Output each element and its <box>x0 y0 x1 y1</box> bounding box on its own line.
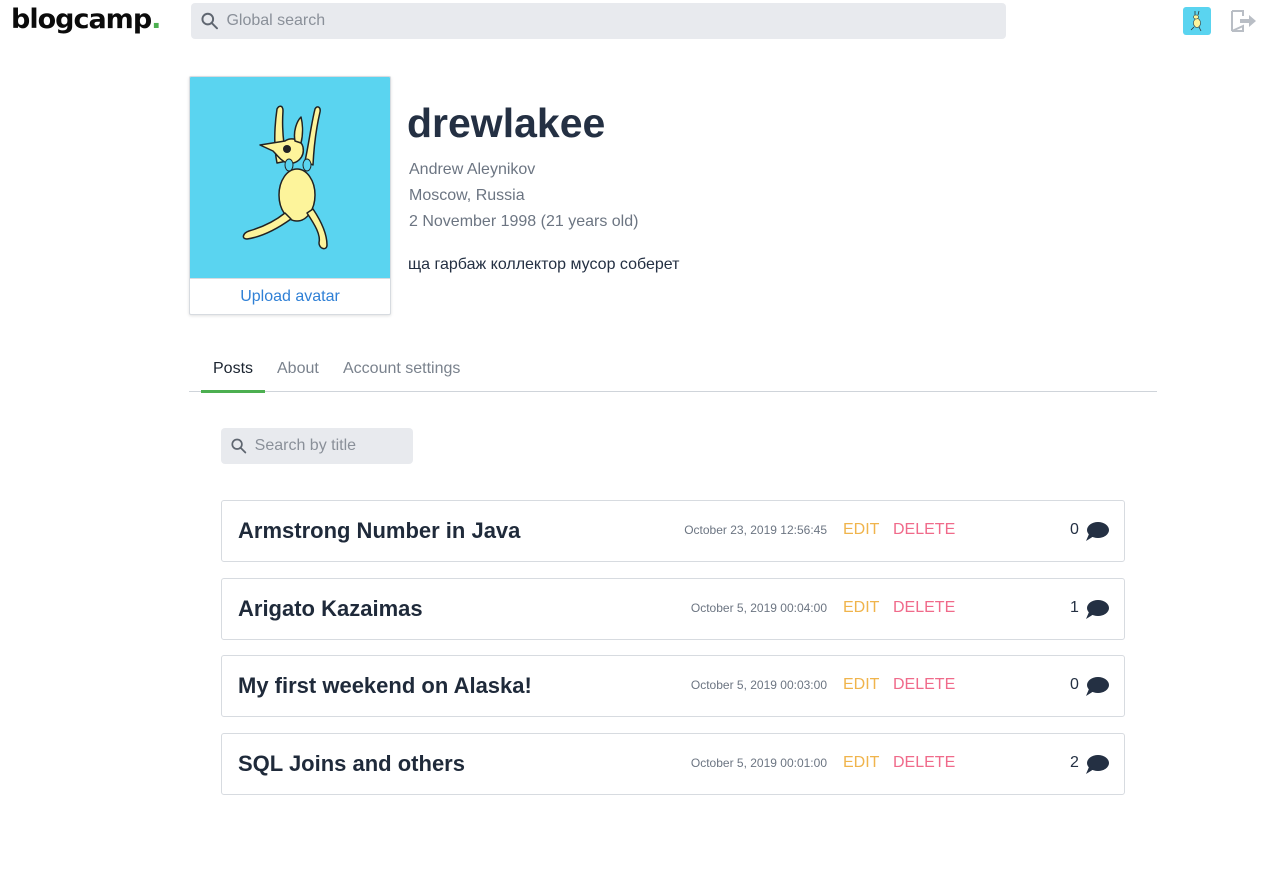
comment-icon[interactable] <box>1084 753 1110 775</box>
post-row: My first weekend on Alaska! October 5, 2… <box>221 655 1125 717</box>
title-search-input[interactable] <box>254 437 413 455</box>
comment-count: 0 <box>1070 676 1079 693</box>
delete-post-button[interactable]: DELETE <box>893 754 955 772</box>
post-title[interactable]: Arigato Kazaimas <box>238 596 423 622</box>
post-date: October 5, 2019 00:01:00 <box>690 756 827 770</box>
profile-birthdate: 2 November 1998 (21 years old) <box>409 213 639 230</box>
global-search-input[interactable] <box>226 12 1006 30</box>
upload-avatar-link[interactable]: Upload avatar <box>190 279 390 314</box>
profile-bio: ща гарбаж коллектор мусор соберет <box>408 256 680 273</box>
user-avatar[interactable] <box>1183 7 1211 35</box>
avatar-figure-icon <box>1190 10 1202 32</box>
post-row: Armstrong Number in Java October 23, 201… <box>221 500 1125 562</box>
comment-icon[interactable] <box>1084 598 1110 620</box>
tab-about[interactable]: About <box>277 360 319 390</box>
post-date: October 5, 2019 00:04:00 <box>690 601 827 615</box>
delete-post-button[interactable]: DELETE <box>893 599 955 617</box>
profile-avatar-image <box>190 77 390 278</box>
tab-account-settings[interactable]: Account settings <box>343 360 460 390</box>
global-search[interactable] <box>191 3 1006 39</box>
post-title[interactable]: My first weekend on Alaska! <box>238 673 532 699</box>
post-row: SQL Joins and others October 5, 2019 00:… <box>221 733 1125 795</box>
search-icon <box>231 438 247 454</box>
post-title[interactable]: Armstrong Number in Java <box>238 518 520 544</box>
comment-icon[interactable] <box>1084 520 1110 542</box>
post-row: Arigato Kazaimas October 5, 2019 00:04:0… <box>221 578 1125 640</box>
profile-username: drewlakee <box>407 100 606 146</box>
edit-post-button[interactable]: EDIT <box>843 676 879 694</box>
profile-tabs: Posts About Account settings <box>189 350 1157 393</box>
title-search[interactable] <box>221 428 413 464</box>
delete-post-button[interactable]: DELETE <box>893 676 955 694</box>
edit-post-button[interactable]: EDIT <box>843 521 879 539</box>
logout-icon[interactable] <box>1229 8 1257 34</box>
delete-post-button[interactable]: DELETE <box>893 521 955 539</box>
comment-count: 2 <box>1070 754 1079 771</box>
logo-dot: . <box>151 4 161 35</box>
post-title[interactable]: SQL Joins and others <box>238 751 465 777</box>
post-date: October 5, 2019 00:03:00 <box>690 678 827 692</box>
search-icon <box>201 12 218 30</box>
logo-text: blogcamp <box>11 4 152 35</box>
dancing-creature-icon <box>242 105 328 249</box>
comment-count: 1 <box>1070 599 1079 616</box>
edit-post-button[interactable]: EDIT <box>843 754 879 772</box>
edit-post-button[interactable]: EDIT <box>843 599 879 617</box>
comment-count: 0 <box>1070 521 1079 538</box>
profile-location: Moscow, Russia <box>409 187 525 204</box>
comment-icon[interactable] <box>1084 675 1110 697</box>
logo[interactable]: blogcamp. <box>11 4 161 35</box>
profile-full-name: Andrew Aleynikov <box>409 161 536 178</box>
tab-posts[interactable]: Posts <box>201 360 266 393</box>
post-date: October 23, 2019 12:56:45 <box>684 523 827 537</box>
avatar-card: Upload avatar <box>189 76 391 315</box>
